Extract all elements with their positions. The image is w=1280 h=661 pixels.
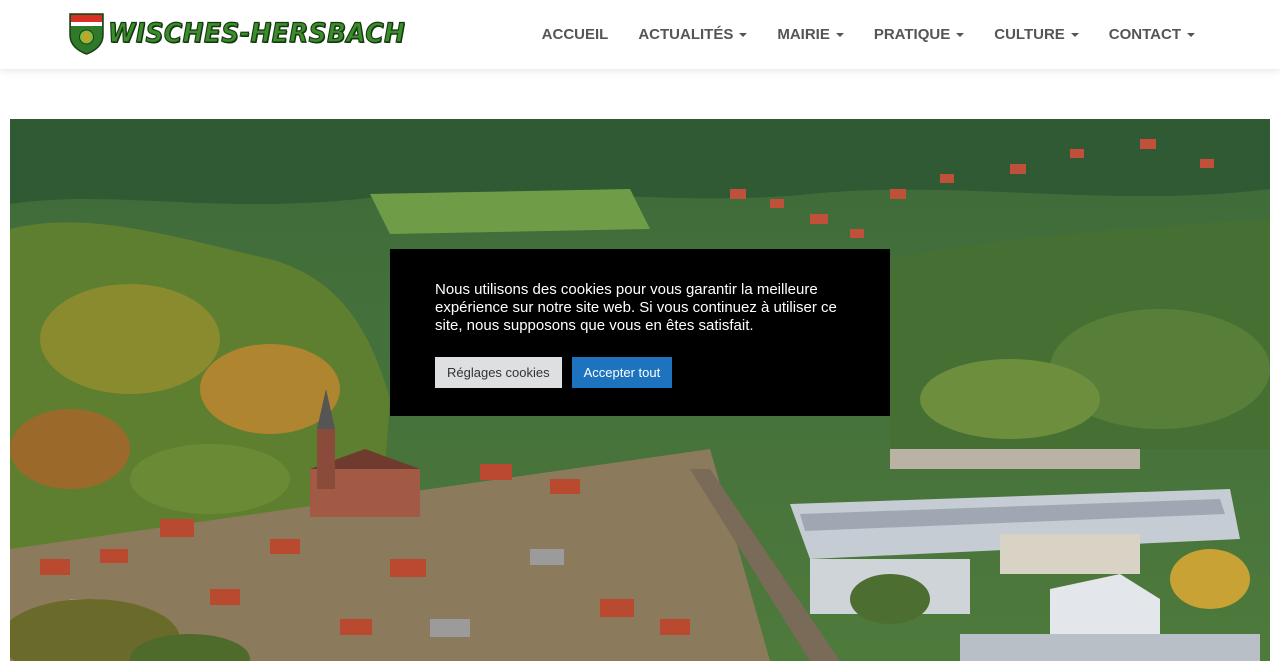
main-menu: ACCUEIL ACTUALITÉS MAIRIE PRATIQUE CULTU…	[527, 0, 1210, 69]
nav-label: ACCUEIL	[541, 26, 609, 43]
caret-down-icon	[1070, 32, 1079, 37]
nav-item-contact[interactable]: CONTACT	[1094, 26, 1210, 43]
caret-down-icon	[956, 32, 965, 37]
brand-name: WISCHES-HERSBACH	[107, 17, 406, 49]
cookie-actions: Réglages cookies Accepter tout	[435, 357, 845, 388]
nav-item-pratique[interactable]: PRATIQUE	[859, 26, 979, 43]
nav-label: MAIRIE	[777, 26, 830, 43]
caret-down-icon	[739, 32, 748, 37]
site-header: WISCHES-HERSBACH ACCUEIL ACTUALITÉS MAIR…	[0, 0, 1280, 69]
cookie-consent-banner: Nous utilisons des cookies pour vous gar…	[390, 249, 890, 416]
cookie-settings-button[interactable]: Réglages cookies	[435, 357, 562, 388]
nav-label: PRATIQUE	[873, 26, 951, 43]
nav-item-accueil[interactable]: ACCUEIL	[527, 26, 624, 43]
nav-item-culture[interactable]: CULTURE	[979, 26, 1094, 43]
nav-label: CONTACT	[1108, 26, 1181, 43]
nav-item-actualites[interactable]: ACTUALITÉS	[623, 26, 762, 43]
cookie-message: Nous utilisons des cookies pour vous gar…	[435, 281, 837, 334]
nav-label: CULTURE	[994, 26, 1065, 43]
caret-down-icon	[1187, 32, 1195, 37]
accept-all-button[interactable]: Accepter tout	[571, 357, 673, 388]
nav-label: ACTUALITÉS	[638, 26, 734, 43]
coat-of-arms-icon	[69, 13, 104, 55]
nav-item-mairie[interactable]: MAIRIE	[762, 26, 859, 43]
brand-logo-link[interactable]: WISCHES-HERSBACH	[69, 13, 431, 55]
caret-down-icon	[835, 32, 844, 37]
